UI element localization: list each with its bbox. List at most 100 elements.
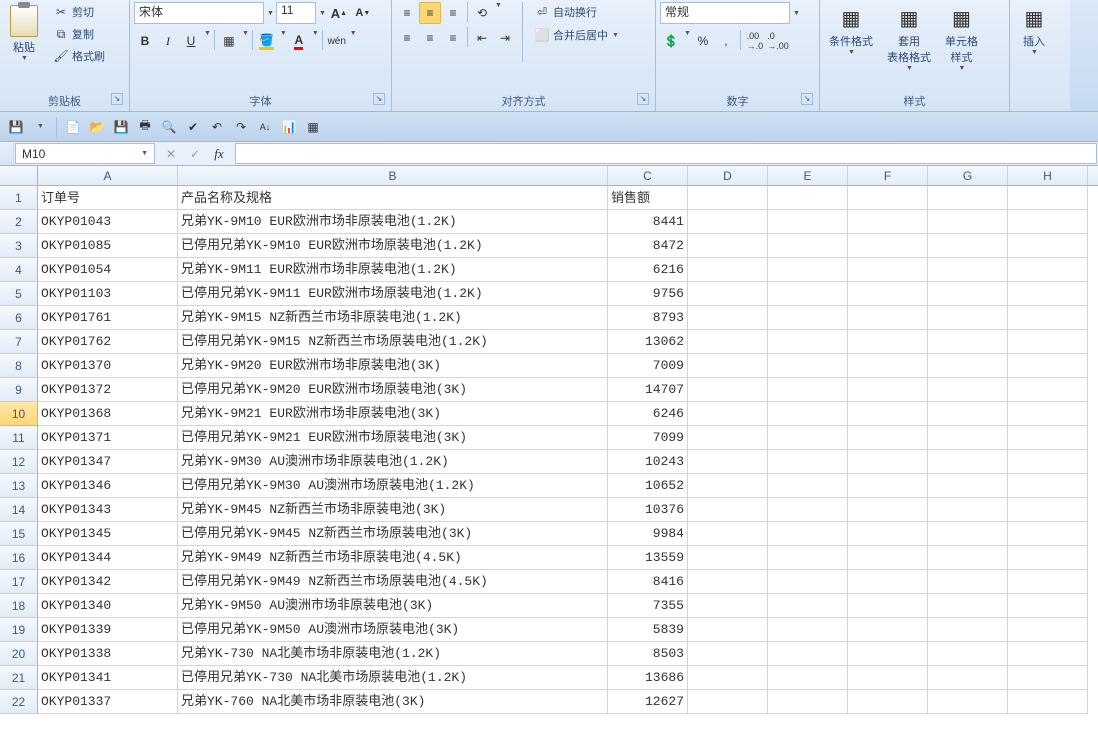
cell[interactable] — [1008, 210, 1088, 234]
row-header[interactable]: 21 — [0, 666, 38, 690]
copy-button[interactable]: ⧉复制 — [48, 24, 110, 44]
cell[interactable]: OKYP01370 — [38, 354, 178, 378]
decrease-decimal-button[interactable]: .0→.00 — [767, 30, 789, 52]
chevron-down-icon[interactable]: ▼ — [312, 30, 319, 52]
cell[interactable] — [1008, 594, 1088, 618]
cell[interactable]: 6246 — [608, 402, 688, 426]
row-header[interactable]: 19 — [0, 618, 38, 642]
cell[interactable] — [848, 642, 928, 666]
cell[interactable] — [768, 210, 848, 234]
row-header[interactable]: 14 — [0, 498, 38, 522]
cell[interactable]: OKYP01054 — [38, 258, 178, 282]
cell[interactable]: 8472 — [608, 234, 688, 258]
cell[interactable] — [688, 186, 768, 210]
format-as-table-button[interactable]: ▦ 套用 表格格式▼ — [882, 2, 936, 75]
chevron-down-icon[interactable]: ▼ — [204, 30, 211, 52]
cell[interactable] — [1008, 306, 1088, 330]
cell[interactable] — [688, 426, 768, 450]
cell[interactable]: 已停用兄弟YK-9M11 EUR欧洲市场原装电池(1.2K) — [178, 282, 608, 306]
cell[interactable]: OKYP01368 — [38, 402, 178, 426]
cell[interactable]: 已停用兄弟YK-9M15 NZ新西兰市场原装电池(1.2K) — [178, 330, 608, 354]
cell[interactable] — [688, 690, 768, 714]
cell[interactable]: 已停用兄弟YK-9M20 EUR欧洲市场原装电池(3K) — [178, 378, 608, 402]
cell[interactable] — [688, 210, 768, 234]
comma-button[interactable]: , — [715, 30, 737, 52]
cell[interactable]: 已停用兄弟YK-9M49 NZ新西兰市场原装电池(4.5K) — [178, 570, 608, 594]
cell[interactable] — [1008, 522, 1088, 546]
row-header[interactable]: 20 — [0, 642, 38, 666]
row-header[interactable]: 3 — [0, 234, 38, 258]
wrap-text-button[interactable]: ⏎自动换行 — [529, 2, 624, 22]
percent-button[interactable]: % — [692, 30, 714, 52]
cell[interactable] — [768, 258, 848, 282]
cell[interactable]: 订单号 — [38, 186, 178, 210]
cell[interactable]: 14707 — [608, 378, 688, 402]
cell[interactable] — [848, 186, 928, 210]
formula-input[interactable] — [235, 143, 1097, 164]
cell[interactable]: OKYP01343 — [38, 498, 178, 522]
cell[interactable] — [1008, 354, 1088, 378]
cell[interactable] — [768, 594, 848, 618]
cell[interactable] — [768, 474, 848, 498]
cell[interactable]: 已停用兄弟YK-9M21 EUR欧洲市场原装电池(3K) — [178, 426, 608, 450]
cell[interactable]: 兄弟YK-9M10 EUR欧洲市场非原装电池(1.2K) — [178, 210, 608, 234]
cell[interactable]: 13062 — [608, 330, 688, 354]
column-header-A[interactable]: A — [38, 166, 178, 185]
conditional-format-button[interactable]: ▦ 条件格式▼ — [824, 2, 878, 59]
align-middle-button[interactable]: ≡ — [419, 2, 441, 24]
cell[interactable] — [688, 258, 768, 282]
cell[interactable] — [1008, 666, 1088, 690]
cell[interactable] — [848, 546, 928, 570]
cell[interactable] — [848, 306, 928, 330]
cell[interactable] — [848, 666, 928, 690]
cell[interactable]: 13559 — [608, 546, 688, 570]
cell[interactable]: 7099 — [608, 426, 688, 450]
underline-button[interactable]: U — [180, 30, 202, 52]
print-preview-button[interactable]: 🔍 — [159, 117, 179, 137]
row-header[interactable]: 18 — [0, 594, 38, 618]
cell[interactable] — [688, 522, 768, 546]
cell[interactable]: 8416 — [608, 570, 688, 594]
cell[interactable]: 13686 — [608, 666, 688, 690]
cell[interactable]: OKYP01103 — [38, 282, 178, 306]
font-launcher[interactable]: ↘ — [373, 93, 385, 105]
row-header[interactable]: 13 — [0, 474, 38, 498]
cancel-formula-button[interactable]: ✕ — [160, 143, 182, 165]
name-box[interactable]: M10 ▼ — [15, 143, 155, 164]
clipboard-launcher[interactable]: ↘ — [111, 93, 123, 105]
row-header[interactable]: 16 — [0, 546, 38, 570]
cell[interactable] — [848, 426, 928, 450]
cell-styles-button[interactable]: ▦ 单元格 样式▼ — [940, 2, 983, 75]
cell[interactable]: 兄弟YK-9M45 NZ新西兰市场非原装电池(3K) — [178, 498, 608, 522]
cell[interactable] — [928, 450, 1008, 474]
alignment-launcher[interactable]: ↘ — [637, 93, 649, 105]
print-button[interactable]: 🖶 — [135, 117, 155, 137]
cell[interactable]: 兄弟YK-9M50 AU澳洲市场非原装电池(3K) — [178, 594, 608, 618]
cell[interactable] — [688, 474, 768, 498]
cell[interactable] — [928, 546, 1008, 570]
save-as-button[interactable]: 💾 — [111, 117, 131, 137]
cell[interactable] — [768, 666, 848, 690]
cell[interactable] — [928, 306, 1008, 330]
cell[interactable] — [928, 570, 1008, 594]
chevron-down-icon[interactable]: ▼ — [793, 10, 800, 17]
cell[interactable]: 5839 — [608, 618, 688, 642]
column-header-E[interactable]: E — [768, 166, 848, 185]
row-header[interactable]: 22 — [0, 690, 38, 714]
row-header[interactable]: 7 — [0, 330, 38, 354]
column-header-C[interactable]: C — [608, 166, 688, 185]
cell[interactable]: OKYP01761 — [38, 306, 178, 330]
column-header-B[interactable]: B — [178, 166, 608, 185]
cell[interactable] — [688, 498, 768, 522]
cell[interactable]: 兄弟YK-9M15 NZ新西兰市场非原装电池(1.2K) — [178, 306, 608, 330]
cell[interactable]: OKYP01339 — [38, 618, 178, 642]
cell[interactable]: 9756 — [608, 282, 688, 306]
cell[interactable] — [768, 450, 848, 474]
orientation-button[interactable]: ⟲ — [471, 2, 493, 24]
cell[interactable] — [768, 426, 848, 450]
fill-color-button[interactable]: 🪣 — [256, 30, 278, 52]
cell[interactable]: OKYP01043 — [38, 210, 178, 234]
cell[interactable] — [768, 618, 848, 642]
cell[interactable] — [688, 234, 768, 258]
align-left-button[interactable]: ≡ — [396, 27, 418, 49]
